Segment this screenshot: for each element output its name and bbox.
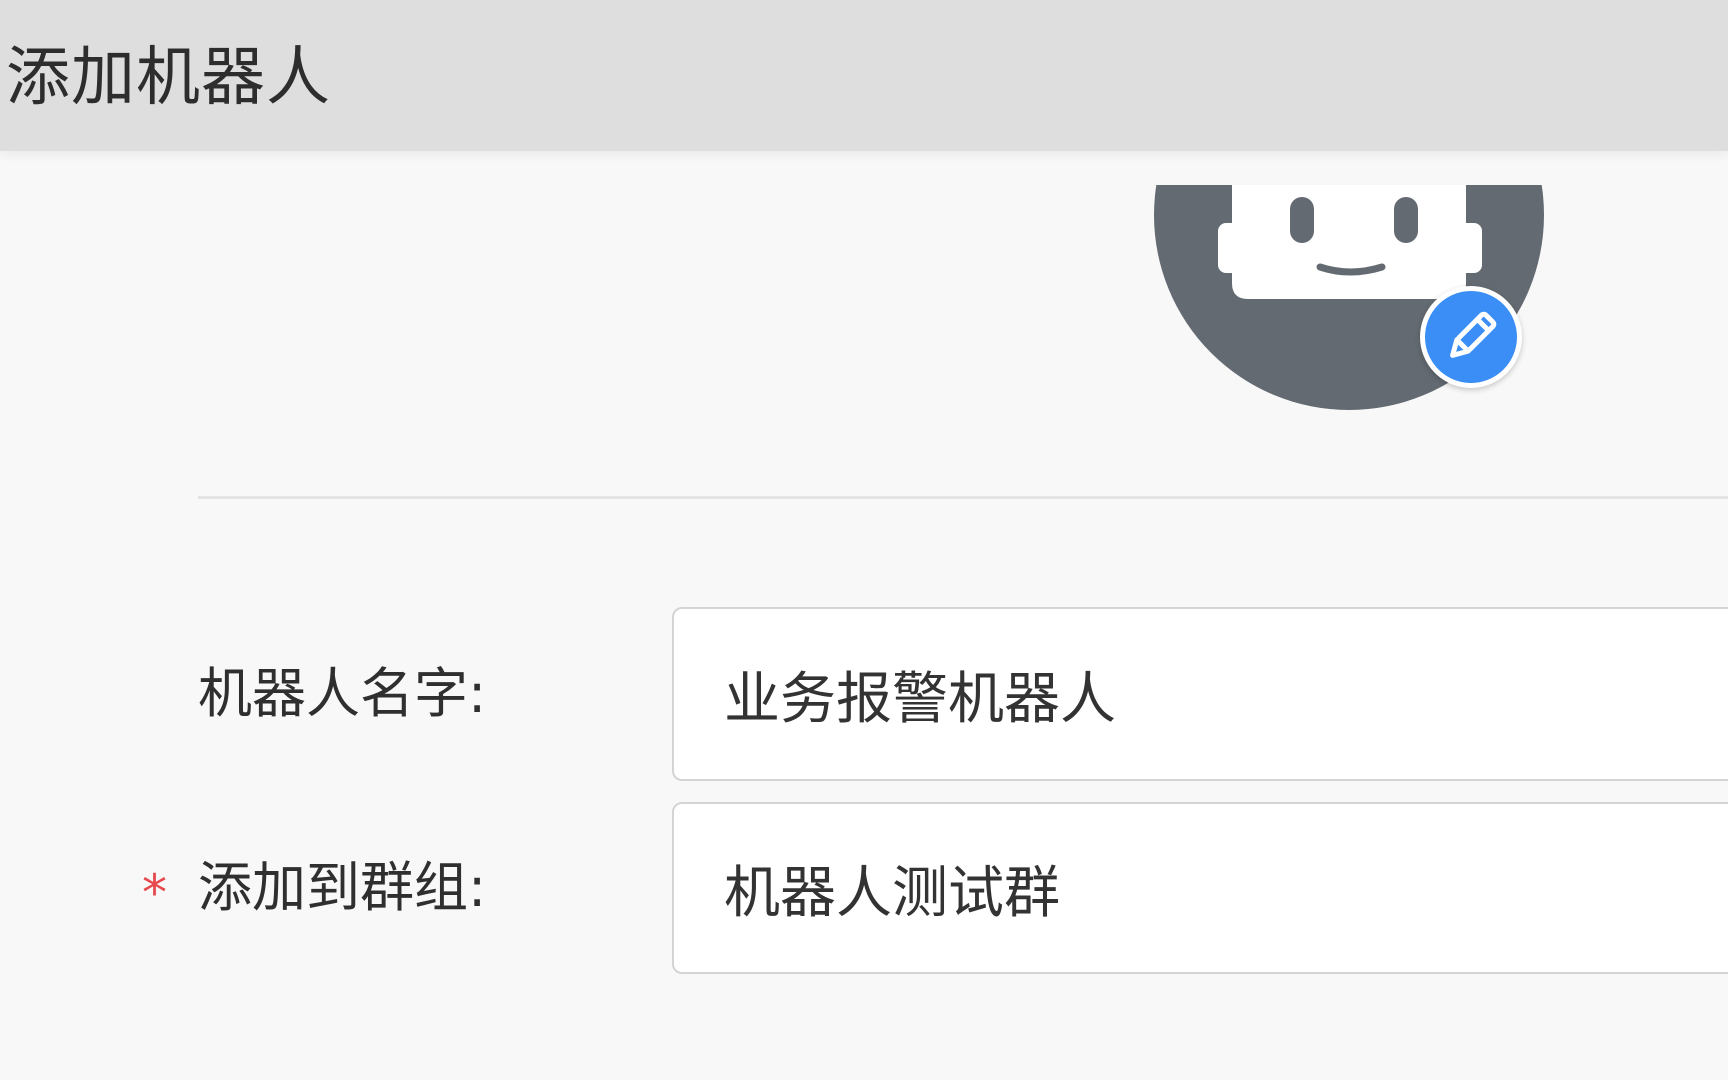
form-row-group: * 添加到群组:	[0, 802, 1728, 974]
required-mark: *	[142, 863, 167, 922]
robot-name-label: 机器人名字:	[198, 662, 487, 725]
page-header: 添加机器人	[0, 0, 1728, 151]
group-input[interactable]	[672, 802, 1728, 974]
add-robot-page: 添加机器人 机器人名字: 业务报警机器人 * 添加到群组: 机器人测试群	[0, 0, 1728, 1080]
robot-name-input[interactable]	[672, 607, 1728, 781]
group-label: 添加到群组:	[198, 856, 487, 919]
pencil-icon	[1450, 311, 1497, 358]
page-title: 添加机器人	[6, 41, 331, 115]
edit-avatar-button[interactable]	[1420, 286, 1522, 388]
form-row-robot-name: 机器人名字:	[0, 607, 1728, 781]
section-divider	[198, 496, 1728, 499]
